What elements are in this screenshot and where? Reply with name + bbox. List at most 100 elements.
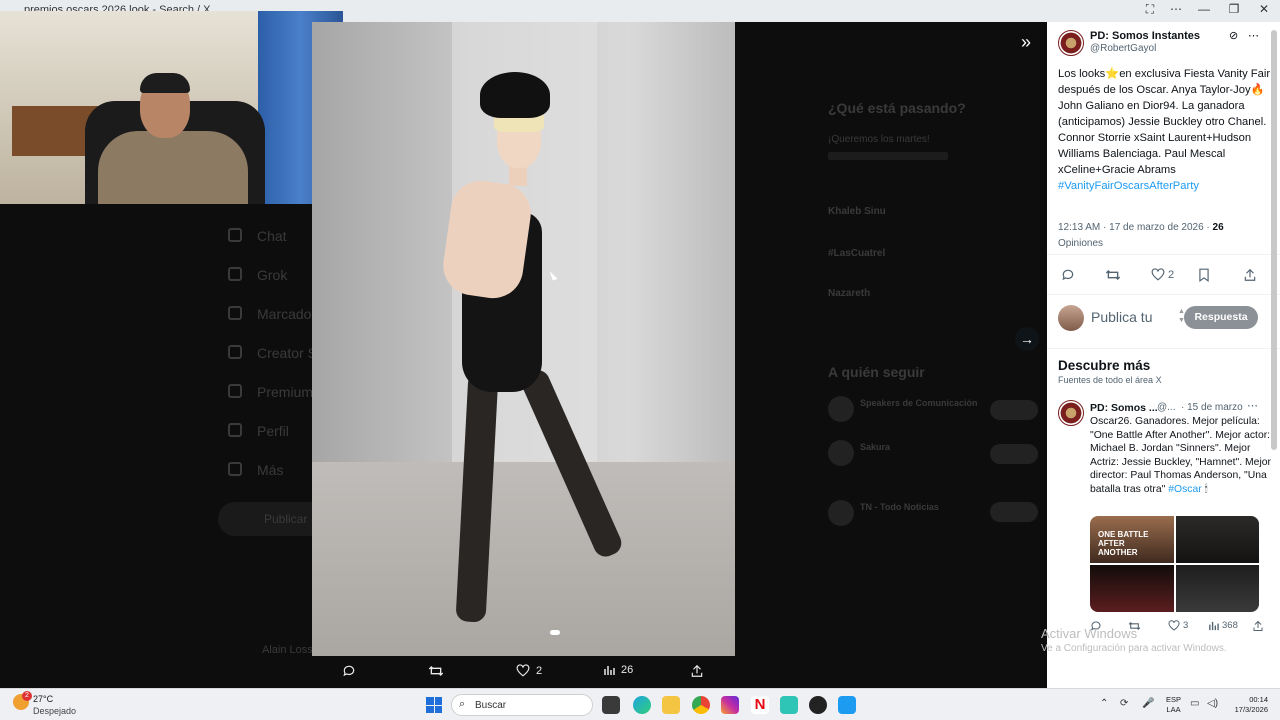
weather-temperature[interactable]: 27°C <box>33 694 53 704</box>
divider <box>1047 254 1280 255</box>
analytics-icon <box>1209 621 1219 631</box>
divider <box>1047 294 1280 295</box>
reply-icon[interactable] <box>1061 268 1075 282</box>
expand-panel-icon[interactable]: » <box>1014 30 1038 54</box>
like-count: 3 <box>1183 620 1189 631</box>
reply-button[interactable]: Respuesta <box>1184 306 1258 329</box>
extensions-icon[interactable]: ⛶ <box>1136 2 1164 17</box>
like-button[interactable]: 2 <box>516 664 542 677</box>
views-button[interactable]: 26 <box>603 664 633 676</box>
follow-suggestion[interactable]: TN - Todo Noticias <box>860 502 939 512</box>
next-media-arrow-icon[interactable]: → <box>1015 327 1039 351</box>
twitter-app-icon[interactable] <box>838 696 856 714</box>
more-options-icon[interactable]: ⋯ <box>1248 29 1259 42</box>
nav-premium[interactable]: Premium <box>257 384 313 400</box>
trend-item[interactable]: ¡Queremos los martes! <box>828 134 930 145</box>
tweet-author-name[interactable]: PD: Somos Instantes <box>1090 30 1200 42</box>
grok-icon <box>228 267 242 281</box>
tweet-timestamp[interactable]: 12:13 AM · 17 de marzo de 2026 · <box>1058 222 1213 233</box>
grok-icon[interactable]: ⊘ <box>1229 29 1238 42</box>
avatar[interactable] <box>1058 30 1084 56</box>
reply-icon[interactable] <box>342 664 356 678</box>
photo-figure-hat <box>480 72 550 118</box>
post-image[interactable]: ONE BATTLE AFTER ANOTHER <box>1090 516 1174 563</box>
taskbar-clock[interactable]: 00:14 17/3/2026 <box>1226 695 1268 715</box>
app-icon[interactable] <box>780 696 798 714</box>
discover-more-subtitle: Fuentes de todo el área X <box>1058 375 1162 385</box>
minimize-button[interactable]: — <box>1190 2 1218 16</box>
like-button[interactable]: 2 <box>1151 268 1174 281</box>
post-image[interactable] <box>1175 516 1259 563</box>
share-icon[interactable] <box>1252 620 1264 632</box>
views-count: 26 <box>621 664 634 676</box>
post-author-handle[interactable]: @... <box>1157 402 1176 413</box>
nav-chat[interactable]: Chat <box>257 228 287 244</box>
heart-icon <box>1168 620 1180 631</box>
carousel-indicator[interactable] <box>550 630 560 635</box>
views-button[interactable]: 368 <box>1208 620 1238 631</box>
tweet-meta: 12:13 AM · 17 de marzo de 2026 · 26 Opin… <box>1058 220 1273 252</box>
weather-condition[interactable]: Despejado <box>33 706 76 716</box>
post-image-grid[interactable]: ONE BATTLE AFTER ANOTHER <box>1090 516 1259 612</box>
repost-icon[interactable] <box>1105 268 1121 282</box>
nav-more[interactable]: Más <box>257 462 283 478</box>
more-options-icon[interactable]: ⋯ <box>1162 2 1190 16</box>
views-count: 368 <box>1222 620 1238 631</box>
app-icon[interactable] <box>809 696 827 714</box>
volume-icon[interactable]: ◁) <box>1207 698 1218 709</box>
webcam-person-body <box>98 131 248 204</box>
post-image[interactable] <box>1175 565 1259 612</box>
trend-item[interactable]: #LasCuatrel <box>828 248 885 259</box>
scrollbar[interactable] <box>1271 30 1277 450</box>
taskbar-search[interactable]: ⌕ Buscar <box>451 694 593 716</box>
trend-item[interactable]: Khaleb Sinu <box>828 206 886 217</box>
language-indicator[interactable]: ESP LAA <box>1166 695 1181 715</box>
sync-icon[interactable]: ⟳ <box>1120 698 1128 709</box>
netflix-icon[interactable]: N <box>751 696 769 714</box>
start-button[interactable] <box>426 697 442 713</box>
more-options-icon[interactable]: ⋯ <box>1247 399 1258 412</box>
show-hidden-icons[interactable]: ⌃ <box>1100 698 1108 709</box>
follow-button[interactable] <box>990 502 1038 522</box>
follow-button[interactable] <box>990 400 1038 420</box>
post-author-name[interactable]: PD: Somos ... <box>1090 402 1158 414</box>
bookmark-icon[interactable] <box>1198 268 1210 282</box>
keyboard-layout: LAA <box>1166 705 1181 714</box>
repost-icon[interactable] <box>428 664 444 678</box>
post-date[interactable]: · 15 de marzo <box>1181 402 1243 413</box>
share-icon[interactable] <box>1243 268 1257 282</box>
like-button[interactable]: 3 <box>1168 620 1188 631</box>
network-icon[interactable]: ▭ <box>1190 698 1199 709</box>
file-explorer-icon[interactable] <box>662 696 680 714</box>
nav-profile[interactable]: Perfil <box>257 423 289 439</box>
tweet-author-handle[interactable]: @RobertGayol <box>1090 43 1156 54</box>
follow-suggestion[interactable]: Sakura <box>860 442 890 452</box>
media-photo[interactable] <box>312 22 735 656</box>
avatar[interactable] <box>828 396 854 422</box>
like-count: 2 <box>536 664 543 677</box>
like-count: 2 <box>1168 268 1175 281</box>
task-view-icon[interactable] <box>602 696 620 714</box>
image-caption: ONE BATTLE AFTER ANOTHER <box>1098 530 1149 557</box>
clock-time: 00:14 <box>1249 695 1268 704</box>
trend-item[interactable]: Nazareth <box>828 288 870 299</box>
nav-grok[interactable]: Grok <box>257 267 287 283</box>
follow-suggestion[interactable]: Speakers de Comunicación <box>860 398 978 408</box>
chrome-icon[interactable] <box>692 696 710 714</box>
edge-icon[interactable] <box>633 696 651 714</box>
avatar[interactable] <box>828 500 854 526</box>
maximize-button[interactable]: ❐ <box>1220 2 1248 16</box>
post-image[interactable] <box>1090 565 1174 612</box>
share-icon[interactable] <box>690 664 704 678</box>
avatar[interactable] <box>828 440 854 466</box>
avatar[interactable] <box>1058 400 1084 426</box>
post-hashtag[interactable]: #Oscar <box>1168 484 1202 495</box>
instagram-icon[interactable] <box>721 696 739 714</box>
close-button[interactable]: ✕ <box>1250 2 1278 16</box>
reply-input[interactable]: Publica tu <box>1091 309 1152 325</box>
tweet-body: Los looks⭐en exclusiva Fiesta Vanity Fai… <box>1058 66 1273 194</box>
follow-button[interactable] <box>990 444 1038 464</box>
tweet-hashtag[interactable]: #VanityFairOscarsAfterParty <box>1058 180 1199 192</box>
chat-icon <box>228 228 242 242</box>
microphone-icon[interactable]: 🎤 <box>1142 698 1154 709</box>
